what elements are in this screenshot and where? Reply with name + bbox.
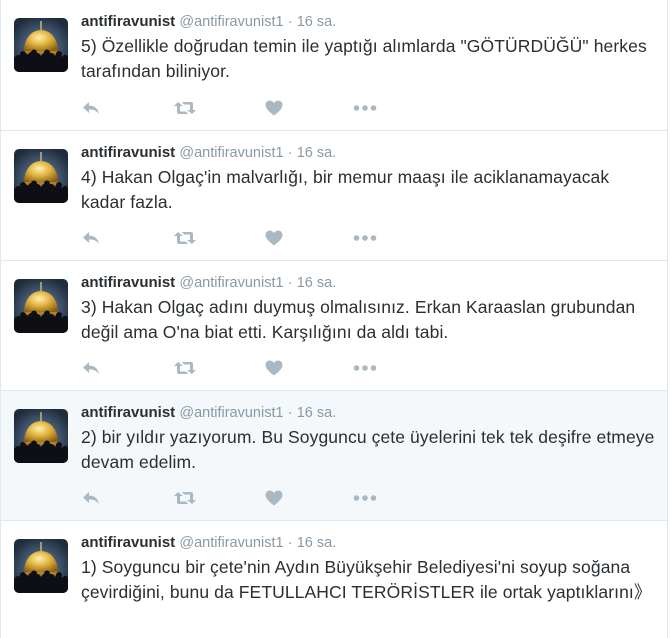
- tweet-text: 2) bir yıldır yazıyorum. Bu Soyguncu çet…: [81, 427, 655, 472]
- separator-dot: ·: [287, 535, 293, 551]
- retweet-button[interactable]: [173, 228, 197, 248]
- separator-dot: ·: [287, 405, 293, 421]
- tweet-item[interactable]: antifiravunist @antifiravunist1 · 16 sa.…: [0, 131, 668, 261]
- like-heart-icon: [265, 360, 283, 376]
- like-button[interactable]: [265, 488, 283, 508]
- timestamp[interactable]: 16 sa.: [297, 275, 337, 291]
- username[interactable]: @antifiravunist1: [179, 14, 283, 30]
- reply-icon: [81, 490, 101, 506]
- fullname[interactable]: antifiravunist: [81, 13, 175, 30]
- more-dots-icon: [353, 494, 377, 502]
- tweet-item[interactable]: antifiravunist @antifiravunist1 · 16 sa.…: [0, 0, 668, 131]
- reply-icon: [81, 360, 101, 376]
- avatar[interactable]: [14, 18, 68, 72]
- username[interactable]: @antifiravunist1: [179, 535, 283, 551]
- tweet-header: antifiravunist @antifiravunist1 · 16 sa.: [81, 533, 657, 553]
- avatar[interactable]: [14, 409, 68, 463]
- more-dots-icon: [353, 104, 377, 112]
- tweet-text: 3) Hakan Olgaç adını duymuş olmalısınız.…: [81, 297, 636, 342]
- like-button[interactable]: [265, 228, 283, 248]
- username[interactable]: @antifiravunist1: [179, 405, 283, 421]
- tweet-text: 1) Soyguncu bir çete'nin Aydın Büyükşehi…: [81, 557, 652, 602]
- reply-icon: [81, 100, 101, 116]
- reply-button[interactable]: [81, 358, 101, 378]
- retweet-icon: [173, 360, 197, 376]
- like-button[interactable]: [265, 358, 283, 378]
- timestamp[interactable]: 16 sa.: [297, 405, 337, 421]
- tweet-header: antifiravunist @antifiravunist1 · 16 sa.: [81, 143, 657, 163]
- tweet-timeline: antifiravunist @antifiravunist1 · 16 sa.…: [0, 0, 670, 638]
- more-button[interactable]: [353, 98, 377, 118]
- avatar[interactable]: [14, 539, 68, 593]
- tweet-item[interactable]: antifiravunist @antifiravunist1 · 16 sa.…: [0, 261, 668, 391]
- retweet-icon: [173, 100, 197, 116]
- username[interactable]: @antifiravunist1: [179, 145, 283, 161]
- fullname[interactable]: antifiravunist: [81, 404, 175, 421]
- reply-button[interactable]: [81, 228, 101, 248]
- tweet-text: 4) Hakan Olgaç'in malvarlığı, bir memur …: [81, 167, 610, 212]
- tweet-header: antifiravunist @antifiravunist1 · 16 sa.: [81, 273, 657, 293]
- timestamp[interactable]: 16 sa.: [297, 535, 337, 551]
- retweet-icon: [173, 230, 197, 246]
- separator-dot: ·: [287, 275, 293, 291]
- like-heart-icon: [265, 230, 283, 246]
- retweet-button[interactable]: [173, 98, 197, 118]
- more-dots-icon: [353, 364, 377, 372]
- timestamp[interactable]: 16 sa.: [297, 145, 337, 161]
- fullname[interactable]: antifiravunist: [81, 144, 175, 161]
- like-heart-icon: [265, 490, 283, 506]
- tweet-header: antifiravunist @antifiravunist1 · 16 sa.: [81, 12, 657, 32]
- separator-dot: ·: [287, 14, 293, 30]
- fullname[interactable]: antifiravunist: [81, 274, 175, 291]
- more-button[interactable]: [353, 358, 377, 378]
- retweet-button[interactable]: [173, 358, 197, 378]
- reply-button[interactable]: [81, 98, 101, 118]
- more-dots-icon: [353, 234, 377, 242]
- tweet-item[interactable]: antifiravunist @antifiravunist1 · 16 sa.…: [0, 521, 668, 638]
- retweet-icon: [173, 490, 197, 506]
- avatar[interactable]: [14, 149, 68, 203]
- tweet-header: antifiravunist @antifiravunist1 · 16 sa.: [81, 403, 657, 423]
- retweet-button[interactable]: [173, 488, 197, 508]
- username[interactable]: @antifiravunist1: [179, 275, 283, 291]
- timestamp[interactable]: 16 sa.: [297, 14, 337, 30]
- more-button[interactable]: [353, 228, 377, 248]
- like-button[interactable]: [265, 98, 283, 118]
- reply-icon: [81, 230, 101, 246]
- fullname[interactable]: antifiravunist: [81, 534, 175, 551]
- like-heart-icon: [265, 100, 283, 116]
- reply-button[interactable]: [81, 488, 101, 508]
- tweet-item[interactable]: antifiravunist @antifiravunist1 · 16 sa.…: [0, 391, 668, 521]
- avatar[interactable]: [14, 279, 68, 333]
- more-button[interactable]: [353, 488, 377, 508]
- tweet-text: 5) Özellikle doğrudan temin ile yaptığı …: [81, 36, 647, 81]
- separator-dot: ·: [287, 145, 293, 161]
